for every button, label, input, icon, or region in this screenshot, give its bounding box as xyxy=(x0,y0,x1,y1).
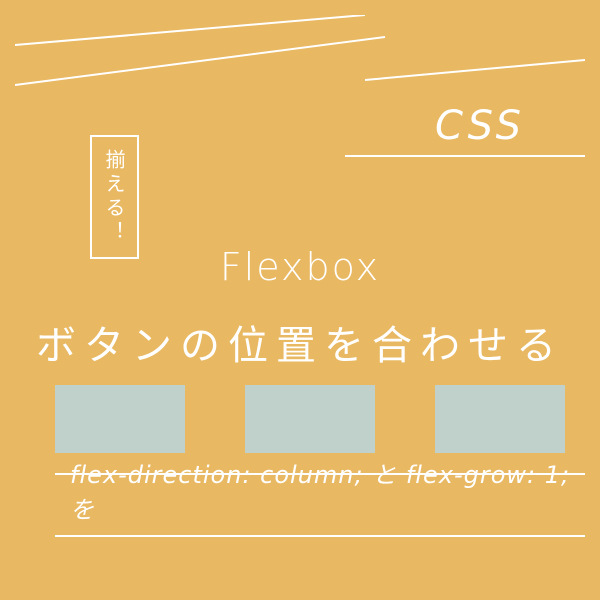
vertical-tag-text: 揃える！ xyxy=(100,149,129,245)
demo-card xyxy=(245,385,375,453)
vertical-tag-box: 揃える！ xyxy=(90,135,139,259)
content-card: CSS 揃える！ Flexbox ボタンの位置を合わせる flex-direct… xyxy=(15,15,585,585)
demo-card xyxy=(435,385,565,453)
divider-line xyxy=(55,535,585,537)
card-row xyxy=(55,385,585,453)
code-snippet: flex-direction: column; と flex-grow: 1; … xyxy=(70,455,585,525)
title-line-1: Flexbox xyxy=(220,245,380,289)
category-label: CSS xyxy=(435,103,525,149)
title-line-2: ボタンの位置を合わせる xyxy=(15,313,585,371)
category-underline xyxy=(345,155,585,157)
demo-card xyxy=(55,385,185,453)
